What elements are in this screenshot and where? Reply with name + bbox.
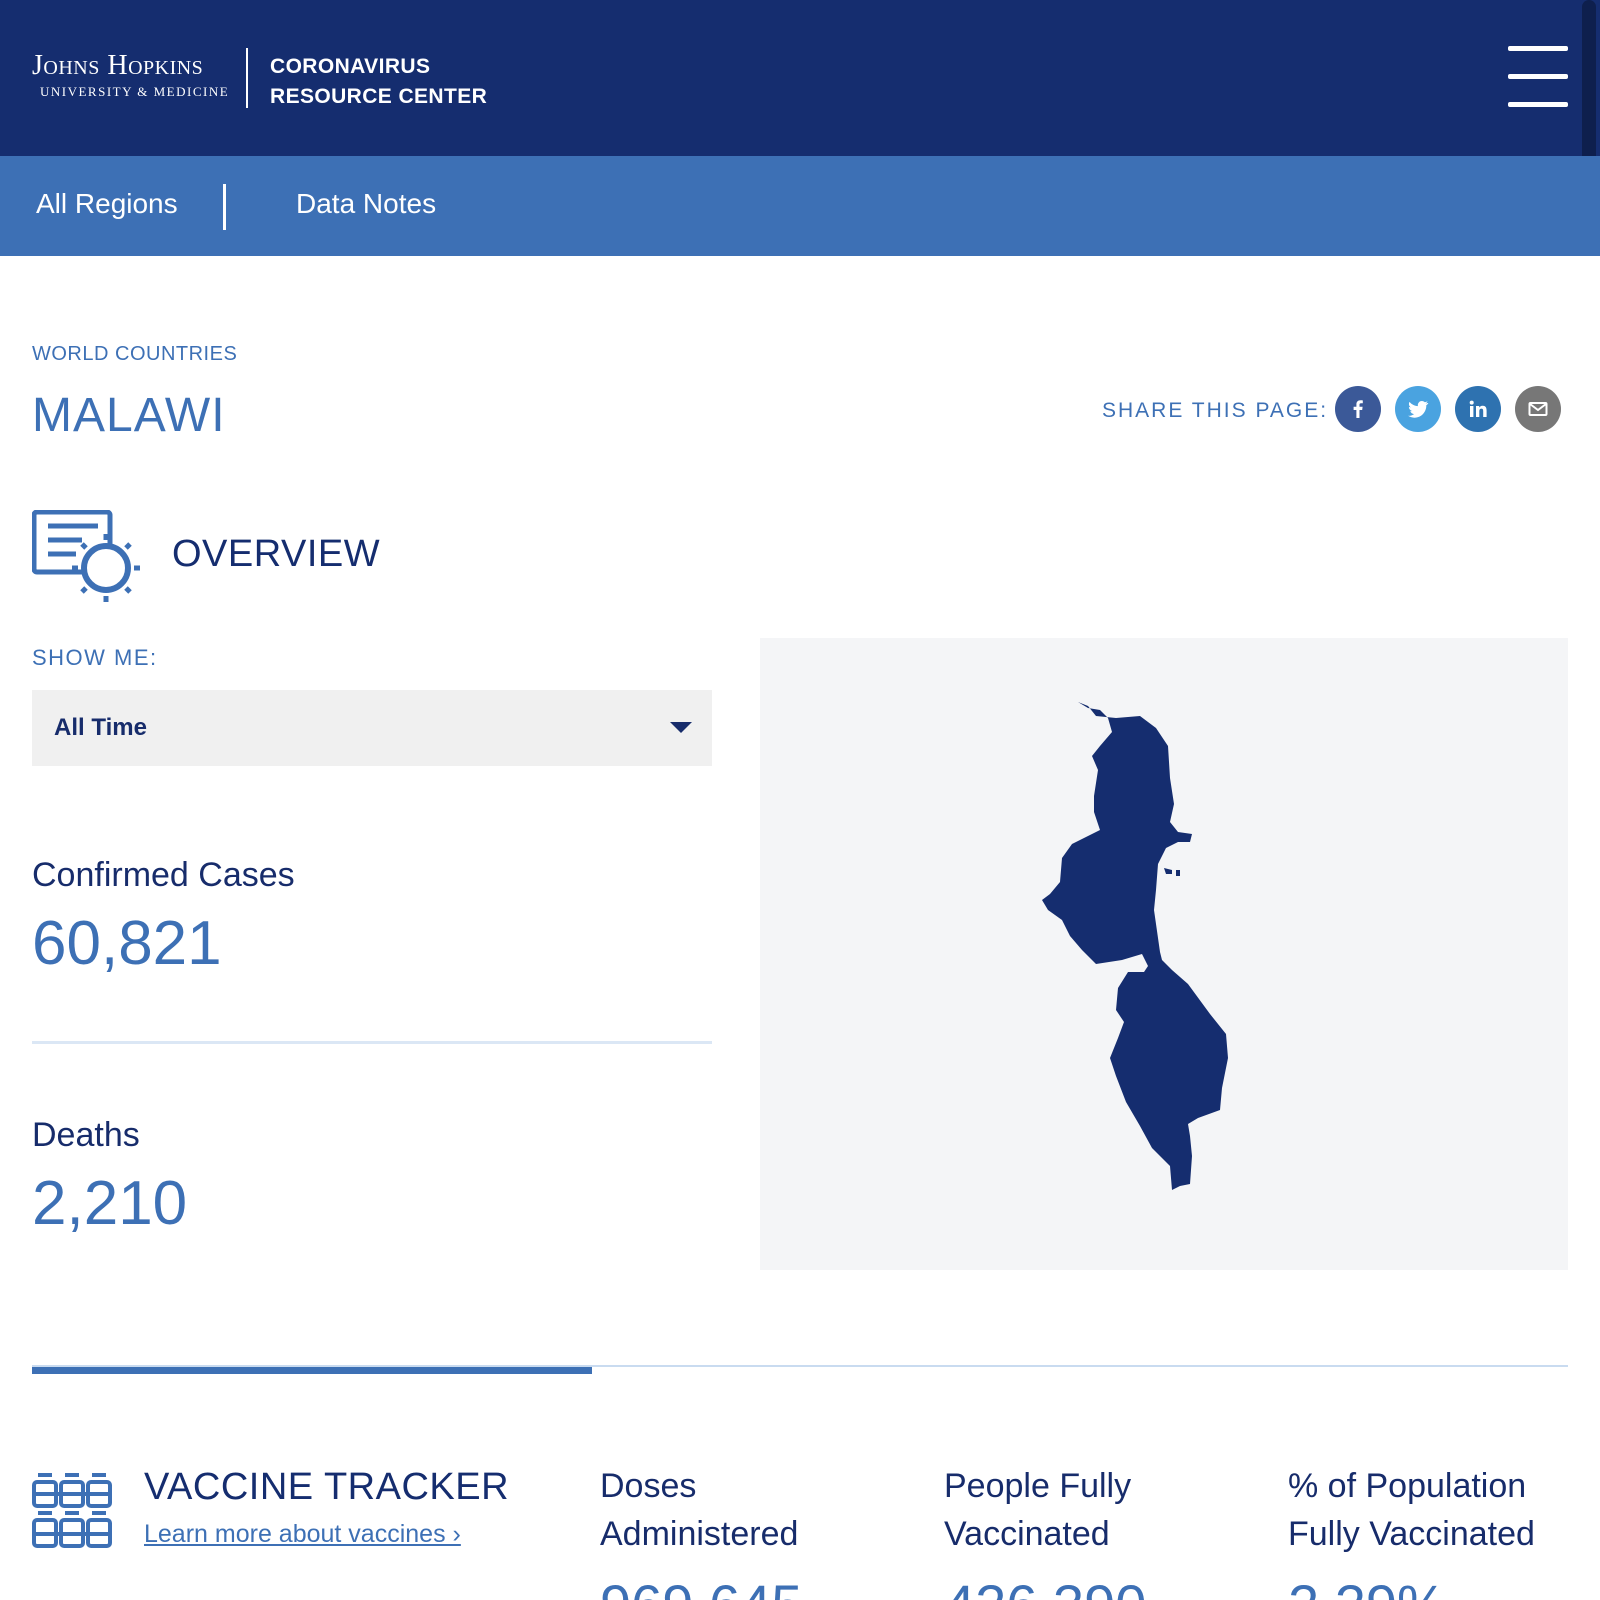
vaccine-tracker-title: VACCINE TRACKER [144, 1466, 510, 1508]
time-range-select[interactable]: All Time [32, 690, 712, 766]
facebook-icon[interactable] [1335, 386, 1381, 432]
show-me-label: SHOW ME: [32, 645, 158, 670]
logo-divider [246, 48, 248, 108]
section-tab-active[interactable] [32, 1367, 592, 1374]
site-title-line2: RESOURCE CENTER [270, 85, 488, 108]
confirmed-cases-value: 60,821 [32, 909, 222, 978]
nav-all-regions[interactable]: All Regions [36, 188, 178, 220]
learn-vaccines-link[interactable]: Learn more about vaccines › [144, 1520, 461, 1549]
share-label: SHARE THIS PAGE: [1102, 399, 1329, 422]
stat-label-line1: People Fully [944, 1467, 1132, 1505]
vaccine-vials-icon [32, 1473, 112, 1548]
logo-line2: University & Medicine [40, 84, 230, 99]
stat-label-line2: Fully Vaccinated [1288, 1515, 1535, 1553]
breadcrumb[interactable]: WORLD COUNTRIES [32, 343, 237, 366]
people-fully-vaccinated-stat: People Fully Vaccinated 426,390 [944, 1462, 1284, 1600]
hamburger-icon[interactable] [1508, 46, 1568, 108]
sub-navigation: All Regions Data Notes [0, 156, 1600, 256]
deaths-label: Deaths [32, 1116, 140, 1154]
chevron-down-icon [670, 722, 692, 733]
overview-icon [32, 510, 140, 602]
percent-fully-vaccinated-stat: % of Population Fully Vaccinated 2.29% [1288, 1462, 1588, 1600]
linkedin-icon[interactable] [1455, 386, 1501, 432]
nav-data-notes[interactable]: Data Notes [296, 188, 436, 220]
jhu-logo[interactable]: Johns Hopkins University & Medicine [32, 50, 229, 100]
stat-label-line1: Doses [600, 1467, 697, 1505]
logo-line1: Johns Hopkins [32, 50, 204, 81]
email-icon[interactable] [1515, 386, 1561, 432]
nav-divider [223, 184, 226, 230]
page-title: MALAWI [32, 389, 226, 442]
site-header: Johns Hopkins University & Medicine CORO… [0, 0, 1600, 220]
deaths-value: 2,210 [32, 1169, 188, 1238]
twitter-icon[interactable] [1395, 386, 1441, 432]
stat-value: 969,645 [600, 1572, 940, 1600]
overview-title: OVERVIEW [172, 533, 381, 575]
stat-divider [32, 1041, 712, 1044]
stat-label-line2: Administered [600, 1515, 799, 1553]
stat-value: 426,390 [944, 1572, 1284, 1600]
stat-label-line1: % of Population [1288, 1467, 1527, 1505]
confirmed-cases-label: Confirmed Cases [32, 856, 295, 894]
malawi-map [1042, 702, 1228, 1190]
stat-value: 2.29% [1288, 1572, 1588, 1600]
doses-administered-stat: Doses Administered 969,645 [600, 1462, 940, 1600]
stat-label-line2: Vaccinated [944, 1515, 1110, 1553]
site-title-line1: CORONAVIRUS [270, 55, 431, 78]
time-range-value: All Time [54, 714, 147, 741]
site-title[interactable]: CORONAVIRUS RESOURCE CENTER [270, 52, 487, 112]
country-map [760, 638, 1568, 1270]
